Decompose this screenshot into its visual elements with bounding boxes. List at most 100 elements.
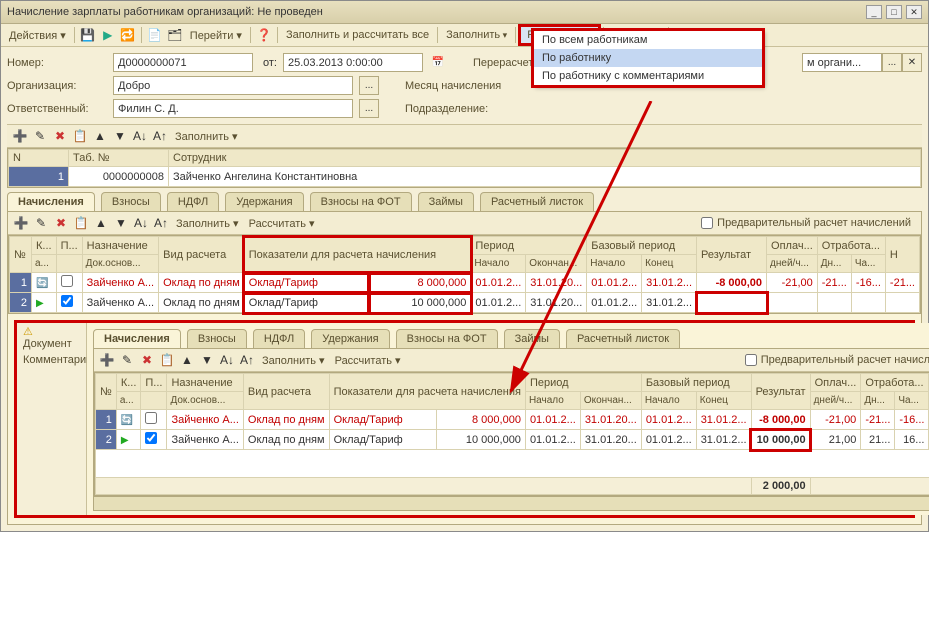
sort-desc-icon[interactable]: A↑	[152, 214, 170, 232]
copy-icon[interactable]: 📋	[158, 351, 176, 369]
table-row[interactable]: 2 ▶ Зайченко А... Оклад по дням Оклад/Та…	[96, 430, 929, 450]
fill-calc-all-button[interactable]: Заполнить и рассчитать все	[282, 27, 433, 43]
clear-x-button[interactable]: ✕	[902, 53, 922, 72]
preliminary-checkbox-2[interactable]: Предварительный расчет начислений	[739, 352, 929, 368]
col-result[interactable]: Результат	[697, 237, 767, 273]
col-p[interactable]: П...	[56, 237, 82, 255]
col-assignment[interactable]: Назначение	[82, 237, 158, 255]
col-h[interactable]: Н	[885, 237, 919, 273]
col-k[interactable]: К...	[32, 237, 57, 255]
repost-icon[interactable]: 🔁	[119, 26, 137, 44]
tab-ndfl[interactable]: НДФЛ	[167, 192, 219, 211]
move-down-icon[interactable]: ▼	[198, 351, 216, 369]
move-up-icon[interactable]: ▲	[91, 127, 109, 145]
maximize-button[interactable]: □	[886, 5, 902, 19]
preliminary-checkbox[interactable]: Предварительный расчет начислений	[695, 215, 917, 231]
resp-dots-button[interactable]: ...	[359, 99, 379, 118]
tab-fot[interactable]: Взносы на ФОТ	[310, 192, 412, 211]
minimize-button[interactable]: _	[866, 5, 882, 19]
table-row[interactable]: 2 ▶ Зайченко А... Оклад по дням Оклад/Та…	[10, 293, 920, 313]
employee-row[interactable]: 1 0000000008 Зайченко Ангелина Константи…	[9, 167, 921, 187]
tab-accruals[interactable]: Начисления	[7, 192, 95, 211]
sort-asc-icon[interactable]: A↓	[132, 214, 150, 232]
add-row-icon[interactable]: ➕	[11, 127, 29, 145]
sort-asc-icon[interactable]: A↓	[218, 351, 236, 369]
date-field[interactable]: 25.03.2013 0:00:00	[283, 53, 423, 72]
col-n[interactable]: №	[10, 237, 32, 273]
sort-asc-icon[interactable]: A↓	[131, 127, 149, 145]
col-base-period[interactable]: Базовый период	[587, 237, 697, 255]
org-field[interactable]: Добро	[113, 76, 353, 95]
copy-icon[interactable]: 📋	[71, 127, 89, 145]
save-icon[interactable]: 💾	[79, 26, 97, 44]
month-label: Месяц начисления	[405, 80, 535, 92]
table-row[interactable]: 1 🔄 Зайченко А... Оклад по дням Оклад/Та…	[10, 273, 920, 293]
move-down-icon[interactable]: ▼	[112, 214, 130, 232]
move-up-icon[interactable]: ▲	[92, 214, 110, 232]
horizontal-scrollbar[interactable]	[94, 496, 929, 510]
dropdown-item-employee[interactable]: По работнику	[534, 49, 762, 67]
tab-loans[interactable]: Займы	[418, 192, 474, 211]
move-up-icon[interactable]: ▲	[178, 351, 196, 369]
doc-icon[interactable]: 📄	[146, 26, 164, 44]
tab2-ndfl[interactable]: НДФЛ	[253, 329, 305, 348]
edit-row-icon[interactable]: ✎	[32, 214, 50, 232]
actions-menu[interactable]: Действия ▾	[5, 27, 70, 44]
col-n[interactable]: N	[9, 150, 69, 167]
table-row[interactable]: 1 🔄 Зайченко А... Оклад по дням Оклад/Та…	[96, 410, 929, 430]
add-row-icon[interactable]: ➕	[98, 351, 116, 369]
dropdown-item-all[interactable]: По всем работникам	[534, 31, 762, 49]
copy-icon[interactable]: 📋	[72, 214, 90, 232]
tab-contributions[interactable]: Взносы	[101, 192, 161, 211]
calculate-dropdown: По всем работникам По работнику По работ…	[533, 30, 763, 86]
col-tab[interactable]: Таб. №	[69, 150, 169, 167]
resp-field[interactable]: Филин С. Д.	[113, 99, 353, 118]
tab2-fot[interactable]: Взносы на ФОТ	[396, 329, 498, 348]
panel2-fill-menu[interactable]: Заполнить ▾	[258, 352, 329, 369]
col-employee[interactable]: Сотрудник	[169, 150, 921, 167]
number-field[interactable]: Д0000000071	[113, 53, 253, 72]
col-indicators[interactable]: Показатели для расчета начисления	[244, 237, 471, 273]
col-period[interactable]: Период	[471, 237, 587, 255]
org-trail-field[interactable]: м органи...	[802, 53, 882, 72]
org-dots-button[interactable]: ...	[359, 76, 379, 95]
side-comment-label: Комментарий	[17, 352, 86, 368]
panel-calc-menu[interactable]: Рассчитать ▾	[245, 215, 319, 232]
tab2-deductions[interactable]: Удержания	[311, 329, 389, 348]
tab2-contributions[interactable]: Взносы	[187, 329, 247, 348]
tab-payslip[interactable]: Расчетный листок	[480, 192, 594, 211]
tab2-payslip[interactable]: Расчетный листок	[566, 329, 680, 348]
sort-desc-icon[interactable]: A↑	[151, 127, 169, 145]
division-label: Подразделение:	[405, 103, 535, 115]
flag-icon: ▶	[36, 298, 44, 309]
structure-icon[interactable]: 🗂	[166, 26, 184, 44]
dropdown-item-comments[interactable]: По работнику с комментариями	[534, 67, 762, 85]
col-paid[interactable]: Оплач...	[767, 237, 818, 255]
delete-row-icon[interactable]: ✖	[52, 214, 70, 232]
add-row-icon[interactable]: ➕	[12, 214, 30, 232]
move-down-icon[interactable]: ▼	[111, 127, 129, 145]
fill-mini-menu[interactable]: Заполнить ▾	[171, 128, 242, 145]
fill-menu[interactable]: Заполнить	[442, 27, 511, 43]
calendar-icon[interactable]: 📅	[429, 54, 447, 72]
panel-fill-menu[interactable]: Заполнить ▾	[172, 215, 243, 232]
close-button[interactable]: ✕	[906, 5, 922, 19]
flag-icon: ▶	[121, 435, 129, 446]
side-doc-label: ⚠ Документ	[17, 323, 86, 352]
post-icon[interactable]: ▶	[99, 26, 117, 44]
tab-deductions[interactable]: Удержания	[225, 192, 303, 211]
sort-desc-icon[interactable]: A↑	[238, 351, 256, 369]
tab2-loans[interactable]: Займы	[504, 329, 560, 348]
delete-row-icon[interactable]: ✖	[51, 127, 69, 145]
edit-row-icon[interactable]: ✎	[31, 127, 49, 145]
dots-button[interactable]: ...	[882, 53, 902, 72]
goto-menu[interactable]: Перейти ▾	[186, 27, 246, 44]
tab-strip: Начисления Взносы НДФЛ Удержания Взносы …	[1, 192, 928, 211]
tab2-accruals[interactable]: Начисления	[93, 329, 181, 348]
help-icon[interactable]: ❓	[255, 26, 273, 44]
col-worked[interactable]: Отработа...	[817, 237, 885, 255]
delete-row-icon[interactable]: ✖	[138, 351, 156, 369]
col-calc-type[interactable]: Вид расчета	[159, 237, 245, 273]
panel2-calc-menu[interactable]: Рассчитать ▾	[331, 352, 405, 369]
edit-row-icon[interactable]: ✎	[118, 351, 136, 369]
